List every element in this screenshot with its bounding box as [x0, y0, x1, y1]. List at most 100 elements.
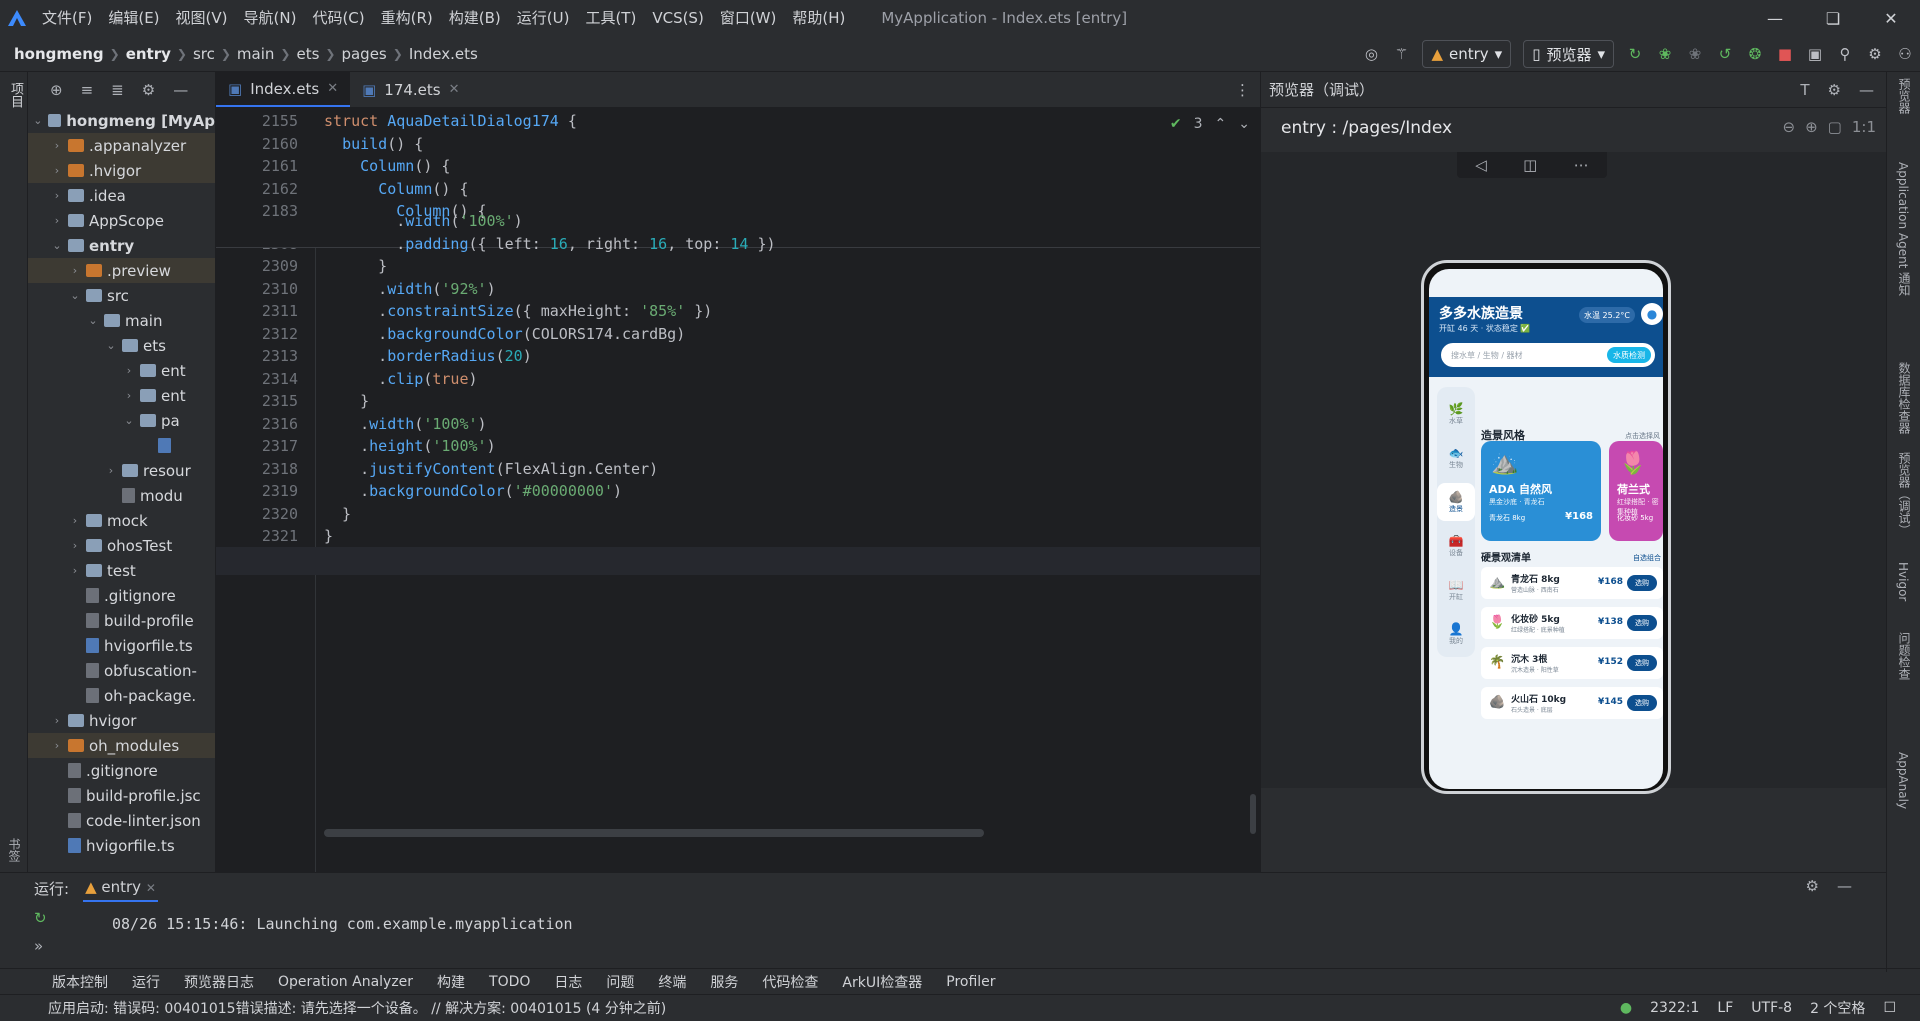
- category-nav-item[interactable]: 🌿 水草: [1437, 395, 1475, 433]
- code-line[interactable]: .backgroundColor(COLORS174.cardBg): [324, 325, 685, 343]
- right-tool-tab[interactable]: 数据库检查器: [1896, 362, 1913, 434]
- category-nav-item[interactable]: 🪨 造景: [1437, 483, 1475, 521]
- right-tool-tab[interactable]: Application Agent: [1896, 162, 1910, 268]
- stop-icon[interactable]: ■: [1770, 36, 1800, 72]
- tree-item[interactable]: hvigorfile.ts: [28, 833, 215, 858]
- breadcrumb-item[interactable]: main: [237, 45, 274, 63]
- tool-window-tab[interactable]: 问题: [594, 972, 646, 992]
- tree-item[interactable]: ⌄ ets: [28, 333, 215, 358]
- search-icon[interactable]: ⚲: [1830, 36, 1860, 72]
- right-tool-tab[interactable]: 预览器: [1896, 78, 1913, 114]
- gear-icon[interactable]: ⚙: [1806, 877, 1819, 895]
- hide-panel-icon[interactable]: —: [173, 81, 188, 99]
- code-line[interactable]: .width('100%'): [324, 212, 522, 230]
- tree-item[interactable]: ⌄ entry: [28, 233, 215, 258]
- menu-item[interactable]: 编辑(E): [100, 0, 167, 36]
- code-editor[interactable]: 2307230823092310231123122313231423152316…: [216, 108, 1260, 872]
- tree-item[interactable]: › ent: [28, 358, 215, 383]
- code-line[interactable]: .width('92%'): [324, 280, 495, 298]
- module-select[interactable]: ▲ entry ▾: [1422, 40, 1512, 68]
- code-line[interactable]: Column() {: [324, 180, 468, 198]
- next-highlight-icon[interactable]: ⌄: [1238, 116, 1250, 132]
- tool-window-tab[interactable]: 版本控制: [40, 972, 120, 992]
- tool-window-tab[interactable]: ArkUI检查器: [830, 972, 934, 992]
- minimize-button[interactable]: —: [1746, 0, 1804, 36]
- settings-gear-icon[interactable]: ⚙: [1860, 36, 1890, 72]
- menu-item[interactable]: 重构(R): [373, 0, 441, 36]
- menu-item[interactable]: VCS(S): [644, 0, 711, 36]
- menu-item[interactable]: 代码(C): [304, 0, 372, 36]
- code-line[interactable]: .height('100%'): [324, 437, 495, 455]
- tree-item[interactable]: › ohosTest: [28, 533, 215, 558]
- code-line[interactable]: }: [324, 257, 387, 275]
- tree-item[interactable]: › .preview: [28, 258, 215, 283]
- horizontal-scrollbar[interactable]: [324, 829, 984, 837]
- tree-item[interactable]: › .hvigor: [28, 158, 215, 183]
- debug-icon[interactable]: ❀: [1650, 36, 1680, 72]
- hardscape-item[interactable]: ⛰️ 青龙石 8kg 营造山脉 · 西南石 ¥168 选购: [1481, 567, 1663, 599]
- close-tab-icon[interactable]: ✕: [327, 81, 338, 96]
- water-drop-icon[interactable]: ●: [1641, 303, 1663, 325]
- buy-button[interactable]: 选购: [1627, 655, 1657, 671]
- style-card[interactable]: 🌷 荷兰式 红绿搭配 · 密集种植 化妆砂 5kg: [1609, 441, 1663, 541]
- tool-window-tab[interactable]: 服务: [698, 972, 750, 992]
- previous-highlight-icon[interactable]: ⌃: [1215, 116, 1227, 132]
- project-tool-tab[interactable]: 项目: [6, 82, 25, 108]
- more-tabs-icon[interactable]: ⋮: [1225, 72, 1260, 107]
- font-size-icon[interactable]: T: [1800, 81, 1809, 99]
- zoom-in-icon[interactable]: ⊕: [1805, 118, 1818, 136]
- run-config-tab[interactable]: ▲ entry ✕: [83, 874, 158, 902]
- multi-device-icon[interactable]: ◫: [1523, 156, 1537, 174]
- code-line[interactable]: .backgroundColor('#00000000'): [324, 482, 622, 500]
- hide-panel-icon[interactable]: —: [1837, 877, 1852, 895]
- tree-item[interactable]: › hvigor: [28, 708, 215, 733]
- tree-item[interactable]: › test: [28, 558, 215, 583]
- breadcrumb-item[interactable]: src: [193, 45, 215, 63]
- editor-tab[interactable]: ▣ 174.ets ✕: [350, 72, 471, 107]
- tree-item[interactable]: hvigorfile.ts: [28, 633, 215, 658]
- status-message[interactable]: 应用启动: 错误码: 00401015错误描述: 请先选择一个设备。 // 解决…: [48, 998, 666, 1018]
- account-icon[interactable]: ⚇: [1890, 36, 1920, 72]
- app-search-bar[interactable]: 搜水草 / 生物 / 器材 水质检测: [1441, 343, 1655, 367]
- code-line[interactable]: }: [324, 527, 333, 545]
- more-tools-icon[interactable]: »: [34, 937, 47, 955]
- tree-item[interactable]: › .idea: [28, 183, 215, 208]
- tree-item[interactable]: › mock: [28, 508, 215, 533]
- buy-button[interactable]: 选购: [1627, 615, 1657, 631]
- menu-item[interactable]: 构建(B): [441, 0, 509, 36]
- menu-item[interactable]: 窗口(W): [712, 0, 785, 36]
- file-encoding[interactable]: UTF-8: [1751, 1000, 1792, 1016]
- attach-debugger-icon[interactable]: ❀: [1680, 36, 1710, 72]
- code-line[interactable]: struct AquaDetailDialog174 {: [324, 112, 577, 130]
- collapse-all-icon[interactable]: ≣: [111, 81, 124, 99]
- tool-window-tab[interactable]: 构建: [425, 972, 477, 992]
- hardscape-item[interactable]: 🪨 火山石 10kg 石头造景 · 底层 ¥145 选购: [1481, 687, 1663, 719]
- code-line[interactable]: .constraintSize({ maxHeight: '85%' }): [324, 302, 712, 320]
- hardscape-item[interactable]: 🌴 沉木 3根 沉木造景 · 阳性草 ¥152 选购: [1481, 647, 1663, 679]
- tool-window-tab[interactable]: Operation Analyzer: [266, 974, 425, 990]
- code-line[interactable]: build() {: [324, 135, 423, 153]
- category-nav-item[interactable]: 🧰 设备: [1437, 527, 1475, 565]
- breadcrumb-item[interactable]: Index.ets: [409, 45, 478, 63]
- code-line[interactable]: .borderRadius(20): [324, 347, 532, 365]
- breadcrumb-item[interactable]: hongmeng: [14, 45, 104, 63]
- menu-item[interactable]: 工具(T): [577, 0, 644, 36]
- buy-button[interactable]: 选购: [1627, 695, 1657, 711]
- section-list-more[interactable]: 自选组合: [1633, 553, 1661, 563]
- water-test-button[interactable]: 水质检测: [1607, 347, 1651, 363]
- cursor-position[interactable]: 2322:1: [1650, 1000, 1699, 1016]
- right-tool-tab[interactable]: AppAnaly: [1896, 752, 1910, 809]
- tool-window-tab[interactable]: 代码检查: [750, 972, 830, 992]
- target-icon[interactable]: ◎: [1356, 36, 1386, 72]
- hide-panel-icon[interactable]: —: [1859, 81, 1874, 99]
- actual-size-icon[interactable]: 1:1: [1852, 118, 1876, 136]
- category-nav-item[interactable]: 🐟 生物: [1437, 439, 1475, 477]
- tool-window-tab[interactable]: 运行: [120, 972, 172, 992]
- tree-item[interactable]: obfuscation-: [28, 658, 215, 683]
- hardscape-item[interactable]: 🌷 化妆砂 5kg 红绿搭配 · 底景种植 ¥138 选购: [1481, 607, 1663, 639]
- code-line[interactable]: .padding({ left: 16, right: 16, top: 14 …: [324, 235, 775, 253]
- menu-item[interactable]: 视图(V): [168, 0, 236, 36]
- right-tool-tab[interactable]: Hvigor: [1896, 562, 1910, 601]
- breadcrumb-item[interactable]: entry: [126, 45, 171, 63]
- indent-setting[interactable]: 2 个空格: [1810, 998, 1865, 1018]
